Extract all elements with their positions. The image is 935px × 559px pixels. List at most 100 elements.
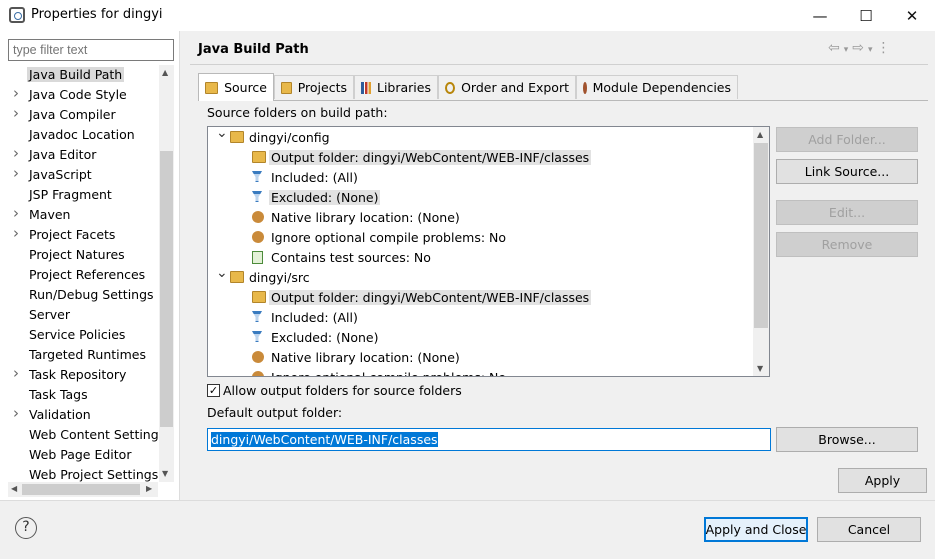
tree-node-label: Included: (All): [271, 310, 358, 325]
source-folder-node[interactable]: ⌄ dingyi/config: [208, 127, 748, 148]
sidebar-item[interactable]: Task Tags: [0, 385, 160, 405]
chevron-right-icon[interactable]: ›: [13, 404, 19, 422]
minimize-button[interactable]: —: [797, 0, 843, 31]
native-library-icon: [252, 211, 264, 223]
default-output-field[interactable]: dingyi/WebContent/WEB-INF/classes: [207, 428, 771, 451]
sidebar-item[interactable]: › Java Editor: [0, 144, 160, 165]
tree-node-label: dingyi/config: [249, 130, 330, 145]
sidebar-item-label: Project Natures: [29, 247, 125, 262]
source-attribute-node[interactable]: Excluded: (None): [208, 188, 748, 208]
source-attribute-node[interactable]: Native library location: (None): [208, 348, 748, 368]
cancel-button[interactable]: Cancel: [817, 517, 921, 542]
forward-menu-icon[interactable]: ▾: [868, 45, 877, 55]
source-attribute-node[interactable]: Ignore optional compile problems: No: [208, 368, 748, 376]
scroll-down-icon[interactable]: ▼: [757, 364, 763, 373]
scroll-up-icon[interactable]: ▲: [162, 68, 168, 77]
sidebar-item[interactable]: Server: [0, 305, 160, 325]
sidebar-item[interactable]: Service Policies: [0, 325, 160, 345]
output-folder-icon: [252, 151, 266, 163]
chevron-right-icon[interactable]: ›: [13, 104, 19, 122]
remove-button[interactable]: Remove: [776, 232, 918, 257]
source-attribute-node[interactable]: Native library location: (None): [208, 208, 748, 228]
sidebar-item[interactable]: Project Natures: [0, 245, 160, 265]
sidebar-item[interactable]: Java Build Path: [0, 65, 160, 85]
sidebar-item[interactable]: › Java Code Style: [0, 84, 160, 105]
sidebar-hscroll-thumb[interactable]: [22, 484, 140, 495]
scroll-down-icon[interactable]: ▼: [162, 469, 168, 478]
tab-source[interactable]: Source: [198, 73, 274, 101]
source-attribute-node[interactable]: Included: (All): [208, 308, 748, 328]
chevron-right-icon[interactable]: ›: [13, 224, 19, 242]
back-menu-icon[interactable]: ▾: [844, 45, 853, 55]
sidebar-item[interactable]: Javadoc Location: [0, 125, 160, 145]
tab-label: Projects: [297, 80, 347, 95]
close-button[interactable]: ✕: [889, 0, 935, 31]
sidebar-item[interactable]: Targeted Runtimes: [0, 345, 160, 365]
test-sources-icon: [252, 251, 263, 264]
scroll-left-icon[interactable]: ◀: [11, 484, 17, 493]
tab-label: Source: [224, 80, 267, 95]
maximize-button[interactable]: ☐: [843, 0, 889, 31]
more-options-icon[interactable]: ⋮: [877, 40, 895, 56]
apply-and-close-button[interactable]: Apply and Close: [704, 517, 808, 542]
source-attribute-node[interactable]: Output folder: dingyi/WebContent/WEB-INF…: [208, 148, 748, 168]
sidebar-item[interactable]: › Java Compiler: [0, 104, 160, 125]
link-source-button[interactable]: Link Source...: [776, 159, 918, 184]
source-folder-node[interactable]: ⌄ dingyi/src: [208, 265, 748, 288]
tab-order-export[interactable]: Order and Export: [438, 75, 576, 99]
nav-arrows[interactable]: ⇦▾⇨▾⋮: [828, 40, 895, 56]
sidebar-item[interactable]: JSP Fragment: [0, 185, 160, 205]
filter-input[interactable]: [8, 39, 174, 61]
app-icon: [9, 7, 25, 23]
chevron-right-icon[interactable]: ›: [13, 164, 19, 182]
source-attribute-node[interactable]: Contains test sources: No: [208, 248, 748, 268]
tree-node-label: Native library location: (None): [271, 350, 460, 365]
source-attribute-node[interactable]: Included: (All): [208, 168, 748, 188]
header-divider: [190, 64, 928, 65]
help-icon[interactable]: ?: [15, 517, 37, 539]
chevron-right-icon[interactable]: ›: [13, 364, 19, 382]
browse-button[interactable]: Browse...: [776, 427, 918, 452]
sidebar-item-label: JavaScript: [29, 167, 92, 182]
apply-button[interactable]: Apply: [838, 468, 927, 493]
source-attribute-node[interactable]: Excluded: (None): [208, 328, 748, 348]
sidebar-item[interactable]: › Task Repository: [0, 364, 160, 385]
source-folder-icon: [205, 81, 219, 94]
sidebar-item[interactable]: Run/Debug Settings: [0, 285, 160, 305]
scroll-up-icon[interactable]: ▲: [757, 130, 763, 139]
sidebar-item[interactable]: › JavaScript: [0, 164, 160, 185]
projects-icon: [281, 81, 292, 94]
sidebar-item-label: Service Policies: [29, 327, 126, 342]
source-tree-scroll-thumb[interactable]: [754, 143, 768, 328]
expand-toggle-icon[interactable]: ⌄: [216, 127, 228, 141]
sidebar-item[interactable]: Web Content Settings: [0, 425, 165, 445]
forward-icon[interactable]: ⇨: [852, 40, 868, 56]
expand-toggle-icon[interactable]: ⌄: [216, 265, 228, 281]
sidebar-item-label: Java Build Path: [27, 67, 125, 82]
source-attribute-node[interactable]: Ignore optional compile problems: No: [208, 228, 748, 248]
chevron-right-icon[interactable]: ›: [13, 84, 19, 102]
sidebar-item[interactable]: › Maven: [0, 204, 160, 225]
allow-output-checkbox[interactable]: ✓: [207, 384, 220, 397]
back-icon[interactable]: ⇦: [828, 40, 844, 56]
chevron-right-icon[interactable]: ›: [13, 144, 19, 162]
tab-module-dependencies[interactable]: Module Dependencies: [576, 75, 738, 99]
scroll-right-icon[interactable]: ▶: [146, 484, 152, 493]
sidebar-item-label: Server: [29, 307, 70, 322]
sidebar-item[interactable]: › Project Facets: [0, 224, 160, 245]
native-library-icon: [252, 351, 264, 363]
source-attribute-node[interactable]: Output folder: dingyi/WebContent/WEB-INF…: [208, 288, 748, 308]
source-folders-tree[interactable]: ⌄ dingyi/config Output folder: dingyi/WebC…: [207, 126, 770, 377]
sidebar-scroll-thumb[interactable]: [160, 151, 173, 427]
tab-libraries[interactable]: Libraries: [354, 75, 438, 99]
add-folder-button[interactable]: Add Folder...: [776, 127, 918, 152]
tree-node-label: Ignore optional compile problems: No: [271, 370, 506, 376]
sidebar-item[interactable]: Web Page Editor: [0, 445, 160, 465]
sidebar-item[interactable]: Project References: [0, 265, 160, 285]
allow-output-label[interactable]: Allow output folders for source folders: [223, 383, 462, 398]
tab-projects[interactable]: Projects: [274, 75, 354, 99]
chevron-right-icon[interactable]: ›: [13, 204, 19, 222]
sidebar-item-label: Web Page Editor: [29, 447, 132, 462]
edit-button[interactable]: Edit...: [776, 200, 918, 225]
sidebar-item[interactable]: › Validation: [0, 404, 160, 425]
